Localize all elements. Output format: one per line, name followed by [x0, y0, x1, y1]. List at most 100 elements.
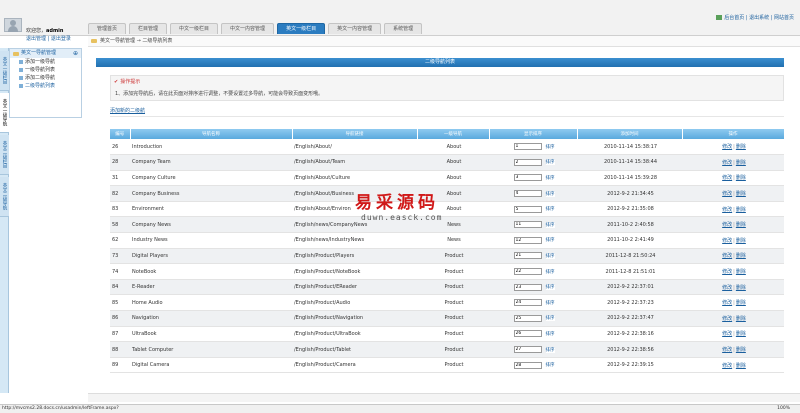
sort-button[interactable]: 排序 [545, 330, 555, 337]
cell-name: Home Audio [130, 294, 292, 312]
table-row: 86 Navigation/English/Product/Navigation P… [110, 310, 784, 327]
sort-input[interactable] [513, 314, 542, 322]
tree-item-1[interactable]: 一级导航列表 [10, 66, 81, 74]
sort-input[interactable] [513, 190, 542, 198]
tab-0[interactable]: 管理首页 [88, 23, 127, 34]
cell-id: 83 [110, 201, 130, 218]
edit-link[interactable]: 修改 [722, 160, 732, 166]
sort-button[interactable]: 排序 [545, 284, 555, 291]
sort-input[interactable] [513, 205, 542, 213]
delete-link[interactable]: 删除 [736, 144, 746, 150]
delete-link[interactable]: 删除 [736, 191, 746, 197]
edit-link[interactable]: 修改 [722, 253, 732, 259]
edit-link[interactable]: 修改 [722, 363, 732, 369]
tree-item-0[interactable]: 添加一级导航 [10, 58, 81, 66]
sort-input[interactable] [513, 283, 542, 291]
sort-button[interactable]: 排序 [545, 315, 555, 322]
sort-button[interactable]: 排序 [545, 174, 555, 181]
sort-input[interactable] [513, 299, 542, 307]
vtab-3[interactable]: 英文二级导航 [0, 177, 9, 217]
sort-input[interactable] [513, 346, 542, 354]
sort-button[interactable]: 排序 [545, 159, 555, 166]
cell-actions: 修改|删除 [682, 185, 784, 202]
add-subnav-link[interactable]: 添加新的二级航 [110, 107, 145, 114]
edit-link[interactable]: 修改 [722, 331, 732, 337]
delete-link[interactable]: 删除 [736, 363, 746, 369]
sort-input[interactable] [513, 143, 542, 151]
collapse-icon[interactable]: ⊕ [73, 49, 78, 58]
vtab-1[interactable]: 英文一级导航 [0, 93, 9, 133]
tab-1[interactable]: 栏目管理 [129, 23, 168, 34]
cell-parent: Product [417, 310, 489, 327]
cell-time: 2012-9-2 22:37:23 [577, 294, 682, 312]
cell-time: 2012-9-2 21:34:45 [577, 185, 682, 202]
delete-link[interactable]: 删除 [736, 331, 746, 337]
sort-button[interactable]: 排序 [545, 362, 555, 369]
sort-button[interactable]: 排序 [545, 221, 555, 228]
tree-item-3[interactable]: 二级导航列表 [10, 82, 81, 90]
sort-button[interactable]: 排序 [545, 268, 555, 275]
main-tabs: 管理首页 栏目管理 中文一级栏目 中文一内容管理 英文一级栏目 英文一内容管理 系统管理 [88, 23, 423, 34]
cell-link: /English/About/Team [292, 154, 417, 171]
sort-input[interactable] [513, 361, 542, 369]
edit-link[interactable]: 修改 [722, 175, 732, 181]
sort-button[interactable]: 排序 [545, 237, 555, 244]
sort-input[interactable] [513, 158, 542, 166]
delete-link[interactable]: 删除 [736, 222, 746, 228]
cell-name: E-Reader [130, 279, 292, 296]
cell-time: 2012-9-2 22:39:15 [577, 357, 682, 374]
edit-link[interactable]: 修改 [722, 144, 732, 150]
user-links[interactable]: 退出管理 | 退出登录 [26, 35, 71, 42]
cell-actions: 修改|删除 [682, 154, 784, 171]
sort-button[interactable]: 排序 [545, 299, 555, 306]
delete-link[interactable]: 删除 [736, 285, 746, 291]
sort-input[interactable] [513, 221, 542, 229]
sort-button[interactable]: 排序 [545, 143, 555, 150]
sort-input[interactable] [513, 252, 542, 260]
tab-2[interactable]: 中文一级栏目 [170, 23, 219, 34]
cell-parent: News [417, 232, 489, 249]
tree-item-2[interactable]: 添加二级导航 [10, 74, 81, 82]
edit-link[interactable]: 修改 [722, 269, 732, 275]
edit-link[interactable]: 修改 [722, 316, 732, 322]
page-icon [19, 68, 23, 72]
edit-link[interactable]: 修改 [722, 191, 732, 197]
delete-link[interactable]: 删除 [736, 175, 746, 181]
sort-button[interactable]: 排序 [545, 252, 555, 259]
tree-header[interactable]: 英文一导航管理 ⊕ [10, 49, 81, 58]
edit-link[interactable]: 修改 [722, 347, 732, 353]
tab-4[interactable]: 英文一级栏目 [277, 23, 326, 34]
delete-link[interactable]: 删除 [736, 207, 746, 213]
tab-5[interactable]: 英文一内容管理 [328, 23, 382, 34]
cell-time: 2011-10-2 2:40:58 [577, 216, 682, 234]
page-icon [19, 60, 23, 64]
vtab-0[interactable]: 英文一级栏目 [0, 51, 9, 91]
zoom-level[interactable]: 100% [777, 405, 790, 413]
sort-input[interactable] [513, 174, 542, 182]
edit-link[interactable]: 修改 [722, 238, 732, 244]
tab-3[interactable]: 中文一内容管理 [221, 23, 275, 34]
sort-button[interactable]: 排序 [545, 206, 555, 213]
delete-link[interactable]: 删除 [736, 238, 746, 244]
sort-input[interactable] [513, 268, 542, 276]
edit-link[interactable]: 修改 [722, 222, 732, 228]
edit-link[interactable]: 修改 [722, 207, 732, 213]
sort-input[interactable] [513, 236, 542, 244]
edit-link[interactable]: 修改 [722, 300, 732, 306]
sort-button[interactable]: 排序 [545, 346, 555, 353]
sort-input[interactable] [513, 330, 542, 338]
top-links[interactable]: 后台首页 | 退出系统 | 网站首页 [716, 14, 794, 21]
vtab-2[interactable]: 英文二级栏目 [0, 135, 9, 175]
delete-link[interactable]: 删除 [736, 300, 746, 306]
delete-link[interactable]: 删除 [736, 160, 746, 166]
delete-link[interactable]: 删除 [736, 316, 746, 322]
sort-button[interactable]: 排序 [545, 190, 555, 197]
edit-link[interactable]: 修改 [722, 285, 732, 291]
tab-6[interactable]: 系统管理 [384, 23, 423, 34]
delete-link[interactable]: 删除 [736, 253, 746, 259]
cell-actions: 修改|删除 [682, 263, 784, 280]
delete-link[interactable]: 删除 [736, 347, 746, 353]
horizontal-scrollbar[interactable] [88, 393, 800, 402]
delete-link[interactable]: 删除 [736, 269, 746, 275]
cell-link: /English/Product/EReader [292, 279, 417, 296]
